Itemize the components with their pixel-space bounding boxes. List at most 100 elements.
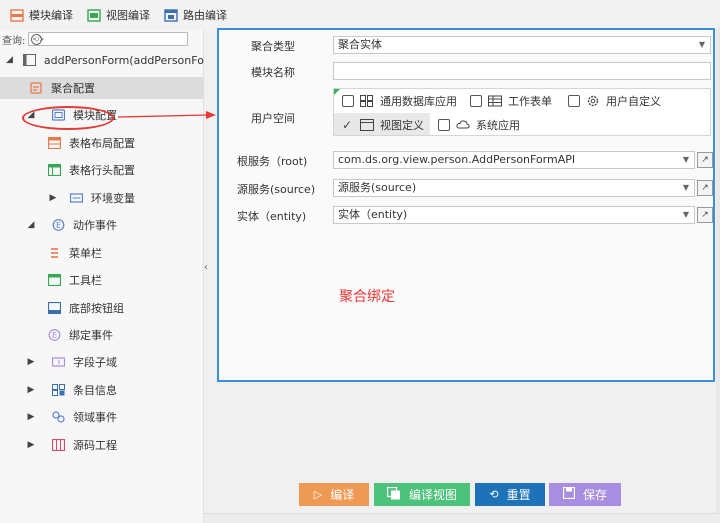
- tree-item-bind-event[interactable]: E 绑定事件: [0, 324, 204, 346]
- root-service-select[interactable]: com.ds.org.view.person.AddPersonFormAPI …: [333, 151, 695, 169]
- user-space-option-workform[interactable]: 工作表单: [470, 93, 552, 109]
- compile-view-label: 编译视图: [408, 488, 457, 502]
- tree-item-label: 菜单栏: [69, 247, 102, 260]
- top-toolbar: 模块编译 视图编译 路由编译: [0, 0, 720, 30]
- caret-right-icon[interactable]: ▶: [26, 385, 36, 395]
- tree-item-table-header[interactable]: 表格行头配置: [0, 159, 204, 181]
- save-icon: [562, 486, 576, 502]
- tree-item-label: 环境变量: [91, 192, 135, 205]
- entity-select[interactable]: 实体（entity) ▼: [333, 206, 695, 224]
- tree-item-label: 绑定事件: [69, 329, 113, 342]
- option-label: 通用数据库应用: [380, 95, 457, 108]
- user-space-option-system[interactable]: 系统应用: [438, 117, 520, 133]
- source-service-value: 源服务(source): [338, 181, 417, 194]
- domain-event-icon: [52, 411, 65, 423]
- user-space-label: 用户空间: [251, 112, 295, 125]
- module-name-label: 模块名称: [251, 66, 295, 79]
- compile-button[interactable]: ▷ 编译: [299, 483, 369, 506]
- tree-item-domain-event[interactable]: ▶ 领域事件: [0, 406, 204, 428]
- caret-right-icon[interactable]: ▶: [26, 440, 36, 450]
- aggregate-type-select[interactable]: 聚合实体 ▼: [333, 36, 711, 54]
- highlight-oval: [22, 106, 114, 130]
- tree-item-label: 表格行头配置: [69, 164, 135, 177]
- tree-item-env-var[interactable]: ▶ 环境变量: [0, 187, 204, 209]
- tree-item-field-subdomain[interactable]: ▶ 字段子域: [0, 351, 204, 373]
- route-compile-icon: [164, 8, 178, 22]
- tree-item-toolbar[interactable]: 工具栏: [0, 269, 204, 291]
- left-tree-panel: 查询: </> ◢ addPersonForm(addPersonForm 聚合…: [0, 30, 216, 523]
- bottom-strip: [204, 513, 720, 523]
- module-compile-icon: [10, 8, 24, 22]
- tree-item-source-project[interactable]: ▶ 源码工程: [0, 434, 204, 456]
- tree-item-menubar[interactable]: 菜单栏: [0, 242, 204, 264]
- tree-item-label: 字段子域: [73, 356, 117, 369]
- chevron-down-icon[interactable]: ▼: [696, 38, 708, 52]
- search-row: 查询: </>: [0, 31, 203, 47]
- chevron-down-icon[interactable]: ▼: [680, 181, 692, 195]
- grid-icon: [360, 95, 374, 107]
- play-icon: ▷: [313, 488, 323, 501]
- tree-item-label: 表格布局配置: [69, 137, 135, 150]
- checkbox[interactable]: [438, 119, 450, 131]
- caret-right-icon[interactable]: ▶: [26, 357, 36, 367]
- module-name-input[interactable]: [333, 62, 711, 80]
- right-edge: [716, 28, 720, 513]
- view-compile-button[interactable]: 视图编译: [87, 7, 150, 23]
- user-space-option-view[interactable]: ✓ 视图定义: [342, 117, 424, 133]
- check-icon[interactable]: ✓: [342, 118, 354, 132]
- option-label: 视图定义: [380, 119, 424, 132]
- tree-item-aggregate-config[interactable]: 聚合配置: [0, 77, 204, 99]
- route-compile-label: 路由编译: [183, 9, 227, 22]
- user-space-option-db[interactable]: 通用数据库应用: [342, 93, 457, 109]
- tree-item-label: 底部按钮组: [69, 302, 124, 315]
- user-space-option-custom[interactable]: 用户自定义: [568, 93, 661, 109]
- user-space-group: 通用数据库应用 工作表单 用户自定义 ✓ 视图定义 系统应用: [333, 88, 711, 136]
- module-compile-label: 模块编译: [29, 9, 73, 22]
- caret-right-icon[interactable]: ▶: [48, 193, 58, 203]
- tree-item-bottom-buttons[interactable]: 底部按钮组: [0, 297, 204, 319]
- root-service-row: 根服务（root) com.ds.org.view.person.AddPers…: [219, 151, 713, 169]
- checkbox[interactable]: [342, 95, 354, 107]
- tree-item-table-layout[interactable]: 表格布局配置: [0, 132, 204, 154]
- reset-button[interactable]: ⟲ 重置: [475, 483, 545, 506]
- module-name-row: 模块名称: [219, 62, 713, 80]
- tree-item-action-event[interactable]: ◢ E 动作事件: [0, 214, 204, 236]
- chevron-down-icon[interactable]: ▼: [680, 153, 692, 167]
- table-icon: [488, 95, 502, 107]
- open-external-icon[interactable]: ↗: [697, 152, 713, 168]
- compile-view-button[interactable]: 编译视图: [374, 483, 470, 506]
- save-button[interactable]: 保存: [549, 483, 621, 506]
- gear-icon: [586, 95, 600, 107]
- open-external-icon[interactable]: ↗: [697, 180, 713, 196]
- aggregate-type-row: 聚合类型 聚合实体 ▼: [219, 36, 713, 54]
- source-service-row: 源服务(source) 源服务(source) ▼ ↗: [219, 179, 713, 197]
- checkbox[interactable]: [568, 95, 580, 107]
- action-event-icon: E: [52, 219, 65, 231]
- caret-right-icon[interactable]: ▶: [26, 412, 36, 422]
- route-compile-button[interactable]: 路由编译: [164, 7, 227, 23]
- chevron-down-icon[interactable]: ▼: [680, 208, 692, 222]
- checkbox[interactable]: [470, 95, 482, 107]
- source-service-select[interactable]: 源服务(source) ▼: [333, 179, 695, 197]
- tree-item-label: 动作事件: [73, 219, 117, 232]
- compile-label: 编译: [330, 488, 355, 502]
- module-compile-button[interactable]: 模块编译: [10, 7, 73, 23]
- collapse-left-icon[interactable]: ‹: [204, 262, 208, 273]
- cloud-icon: [456, 119, 470, 131]
- save-label: 保存: [582, 488, 607, 502]
- root-service-label: 根服务（root): [237, 155, 308, 168]
- search-icon: </>: [31, 33, 45, 45]
- open-external-icon[interactable]: ↗: [697, 207, 713, 223]
- tree-root[interactable]: ◢ addPersonForm(addPersonForm: [0, 49, 204, 71]
- svg-text:E: E: [52, 331, 57, 340]
- aggregate-form-panel: 聚合类型 聚合实体 ▼ 模块名称 用户空间 通用数据库应用 工作表单 用户自定义…: [217, 28, 715, 382]
- bind-event-icon: E: [48, 329, 61, 341]
- tree-item-label: 领域事件: [73, 411, 117, 424]
- modified-marker: [334, 89, 340, 95]
- view-compile-label: 视图编译: [106, 9, 150, 22]
- caret-down-icon[interactable]: ◢: [6, 55, 13, 65]
- tree-item-item-info[interactable]: ▶ 条目信息: [0, 379, 204, 401]
- caret-down-icon[interactable]: ◢: [26, 220, 36, 230]
- tree-item-label: 源码工程: [73, 439, 117, 452]
- search-input[interactable]: </>: [28, 32, 189, 46]
